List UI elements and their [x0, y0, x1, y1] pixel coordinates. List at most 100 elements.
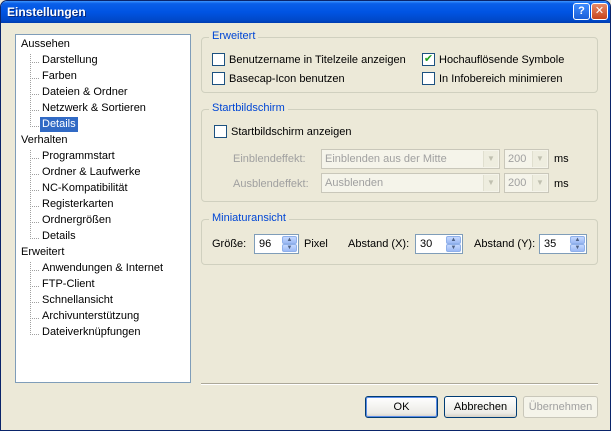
abstand-y-label: Abstand (Y): — [474, 238, 536, 250]
tree-item-archivunterstuetzung[interactable]: Archivunterstützung — [40, 309, 141, 324]
einblend-ms-value: 200 — [508, 153, 527, 165]
chevron-down-icon[interactable]: ▼ — [483, 175, 498, 191]
pixel-label: Pixel — [304, 238, 328, 250]
tree-connector — [30, 174, 39, 175]
tree-item-details-verhalten[interactable]: Details — [40, 229, 78, 244]
tree-connector — [30, 318, 39, 319]
groesse-spinner[interactable]: 96 ▲ ▼ — [254, 234, 299, 254]
tree-item-nc-kompatibilitaet[interactable]: NC-Kompatibilität — [40, 181, 130, 196]
startbildschirm-checkbox[interactable] — [214, 125, 227, 138]
settings-tree[interactable]: Aussehen Darstellung Farben Dateien & Or… — [15, 34, 191, 383]
basecap-checkbox[interactable] — [212, 72, 225, 85]
tree-item-schnellansicht[interactable]: Schnellansicht — [40, 293, 115, 308]
tree-connector — [30, 54, 31, 127]
tree-connector — [30, 262, 31, 335]
tree-connector — [30, 206, 39, 207]
einblend-combo[interactable]: Einblenden aus der Mitte ▼ — [321, 149, 500, 169]
tree-item-darstellung[interactable]: Darstellung — [40, 53, 100, 68]
tree-item-ordnergroessen[interactable]: Ordnergrößen — [40, 213, 113, 228]
spin-up-icon[interactable]: ▲ — [570, 236, 585, 244]
tree-connector — [30, 150, 31, 239]
chevron-down-icon[interactable]: ▼ — [483, 151, 498, 167]
title-bar[interactable]: Einstellungen ? ✕ — [1, 1, 610, 23]
spin-down-icon[interactable]: ▼ — [282, 244, 297, 252]
settings-window: Einstellungen ? ✕ Aussehen Darstellung F… — [0, 0, 611, 431]
group-miniaturansicht: Miniaturansicht Größe: 96 ▲ ▼ Pixel Abst… — [201, 212, 598, 265]
group-startbildschirm-legend: Startbildschirm — [209, 102, 288, 114]
tree-item-dateiverknuepfungen[interactable]: Dateiverknüpfungen — [40, 325, 142, 340]
tree-item-farben[interactable]: Farben — [40, 69, 79, 84]
chevron-down-icon[interactable]: ▼ — [532, 151, 547, 167]
chevron-down-icon[interactable]: ▼ — [532, 175, 547, 191]
abstand-y-spinner[interactable]: 35 ▲ ▼ — [539, 234, 587, 254]
abstand-y-value[interactable]: 35 — [544, 238, 556, 250]
infobereich-checkbox[interactable] — [422, 72, 435, 85]
basecap-label[interactable]: Basecap-Icon benutzen — [229, 72, 345, 86]
tree-root-erweitert[interactable]: Erweitert — [21, 245, 64, 260]
help-button[interactable]: ? — [573, 3, 590, 20]
abstand-x-value[interactable]: 30 — [420, 238, 432, 250]
groesse-label: Größe: — [212, 238, 247, 250]
tree-connector — [30, 238, 39, 239]
tree-root-verhalten[interactable]: Verhalten — [21, 133, 67, 148]
close-button[interactable]: ✕ — [591, 3, 608, 20]
spin-up-icon[interactable]: ▲ — [282, 236, 297, 244]
abstand-x-spinner[interactable]: 30 ▲ ▼ — [415, 234, 463, 254]
uebernehmen-button[interactable]: Übernehmen — [523, 396, 598, 418]
benutzername-checkbox[interactable] — [212, 53, 225, 66]
tree-item-details-aussehen[interactable]: Details — [40, 117, 78, 132]
tree-connector — [30, 78, 39, 79]
check-icon: ✔ — [423, 53, 434, 65]
ausblend-ms-unit: ms — [554, 178, 569, 190]
ausblend-ms-value: 200 — [508, 177, 527, 189]
group-erweitert-legend: Erweitert — [209, 30, 259, 42]
abstand-x-label: Abstand (X): — [348, 238, 410, 250]
infobereich-label[interactable]: In Infobereich minimieren — [439, 72, 563, 86]
tree-connector — [30, 190, 39, 191]
einblend-value: Einblenden aus der Mitte — [325, 153, 447, 165]
ok-button[interactable]: OK — [365, 396, 438, 418]
tree-connector — [30, 126, 39, 127]
group-startbildschirm: Startbildschirm Startbildschirm anzeigen… — [201, 102, 598, 202]
tree-item-registerkarten[interactable]: Registerkarten — [40, 197, 116, 212]
footer-separator — [201, 383, 598, 385]
spin-down-icon[interactable]: ▼ — [570, 244, 585, 252]
ausblend-value: Ausblenden — [325, 177, 384, 189]
groesse-value[interactable]: 96 — [259, 238, 271, 250]
hochaufloesend-label[interactable]: Hochauflösende Symbole — [439, 53, 564, 67]
einblend-label: Einblendeffekt: — [233, 153, 306, 165]
window-title: Einstellungen — [7, 5, 86, 19]
ausblend-combo[interactable]: Ausblenden ▼ — [321, 173, 500, 193]
abstand-y-spin-buttons: ▲ ▼ — [570, 236, 585, 252]
tree-item-dateien-ordner[interactable]: Dateien & Ordner — [40, 85, 130, 100]
tree-item-ftp-client[interactable]: FTP-Client — [40, 277, 97, 292]
tree-item-anwendungen-internet[interactable]: Anwendungen & Internet — [40, 261, 165, 276]
benutzername-label[interactable]: Benutzername in Titelzeile anzeigen — [229, 53, 406, 67]
tree-connector — [30, 158, 39, 159]
tree-connector — [30, 62, 39, 63]
hochaufloesend-checkbox[interactable]: ✔ — [422, 53, 435, 66]
group-erweitert: Erweitert Benutzername in Titelzeile anz… — [201, 30, 598, 93]
tree-connector — [30, 110, 39, 111]
groesse-spin-buttons: ▲ ▼ — [282, 236, 297, 252]
tree-item-netzwerk-sortieren[interactable]: Netzwerk & Sortieren — [40, 101, 148, 116]
tree-connector — [30, 302, 39, 303]
einblend-ms-combo[interactable]: 200 ▼ — [504, 149, 549, 169]
abstand-x-spin-buttons: ▲ ▼ — [446, 236, 461, 252]
spin-down-icon[interactable]: ▼ — [446, 244, 461, 252]
einblend-ms-unit: ms — [554, 153, 569, 165]
tree-item-ordner-laufwerke[interactable]: Ordner & Laufwerke — [40, 165, 142, 180]
abbrechen-button[interactable]: Abbrechen — [444, 396, 517, 418]
tree-item-programmstart[interactable]: Programmstart — [40, 149, 117, 164]
tree-connector — [30, 334, 39, 335]
tree-connector — [30, 94, 39, 95]
tree-connector — [30, 270, 39, 271]
group-miniaturansicht-legend: Miniaturansicht — [209, 212, 289, 224]
tree-root-aussehen[interactable]: Aussehen — [21, 37, 70, 52]
ausblend-ms-combo[interactable]: 200 ▼ — [504, 173, 549, 193]
spin-up-icon[interactable]: ▲ — [446, 236, 461, 244]
tree-connector — [30, 286, 39, 287]
startbildschirm-label[interactable]: Startbildschirm anzeigen — [231, 125, 351, 139]
ausblend-label: Ausblendeffekt: — [233, 178, 309, 190]
tree-connector — [30, 222, 39, 223]
